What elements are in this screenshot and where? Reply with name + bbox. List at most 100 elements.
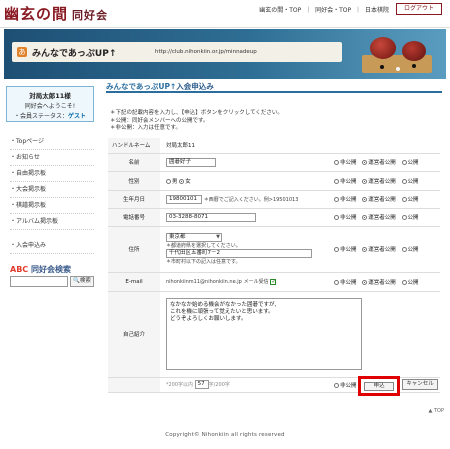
member-status: ・会員ステータス：ゲスト: [13, 113, 87, 120]
publicity-public[interactable]: 公開: [401, 247, 419, 253]
prefecture-hint: ＊都道府県を選択してください。: [166, 243, 241, 249]
link-yugen-top[interactable]: 幽玄の間・TOP: [259, 7, 301, 14]
publicity-public[interactable]: 公開: [401, 178, 419, 185]
sidebar: 対局太郎11様 同好会へようこそ! ・会員ステータス：ゲスト Topページ お知…: [4, 82, 96, 412]
publicity-public[interactable]: 公開: [401, 279, 419, 286]
publicity-private-label: 非公開: [340, 382, 357, 389]
birthday-input[interactable]: 19800101: [166, 194, 202, 204]
member-status-value: ゲスト: [68, 113, 87, 120]
phone-label: 電話番号: [108, 208, 160, 227]
radio-selected-icon: [362, 178, 368, 184]
phone-cell: 03-3288-8071: [160, 208, 330, 227]
publicity-private-label: 非公開: [340, 215, 357, 221]
publicity-public-label: 公開: [407, 279, 419, 286]
char-limit-prefix: *200字以内: [166, 382, 195, 388]
radio-icon: [401, 178, 407, 184]
prefecture-select[interactable]: 東京都 ▼: [166, 233, 222, 242]
email-receive-checkbox[interactable]: [270, 278, 276, 285]
club-search-button-label: 検索: [79, 278, 91, 284]
club-banner: あ みんなであっぷUP↑ http://club.nihonkiin.or.jp…: [4, 29, 446, 79]
radio-icon: [401, 215, 407, 220]
intro-textarea[interactable]: なかなか始める機会がなかった囲碁ですが、 これを機に頑張って覚えたいと思います。…: [166, 298, 362, 370]
abc-logo-icon: ABC: [10, 265, 29, 274]
page-heading: みんなであっぷUP↑入会申込み: [106, 81, 442, 93]
publicity-public[interactable]: 公開: [401, 215, 419, 221]
publicity-private[interactable]: 非公開: [334, 382, 357, 389]
club-search-input[interactable]: [10, 276, 68, 287]
name-label: 名前: [108, 153, 160, 172]
go-board-image: [352, 35, 440, 75]
link-separator: ｜: [355, 7, 362, 14]
publicity-admin-label: 運営者公開: [368, 178, 396, 185]
radio-icon: [334, 247, 339, 252]
form-row-phone: 電話番号 03-3288-8071 非公開 運営者公開 公開: [108, 208, 440, 227]
phone-input[interactable]: 03-3288-8071: [166, 212, 256, 222]
publicity-public[interactable]: 公開: [401, 197, 419, 203]
publicity-admin[interactable]: 運営者公開: [362, 247, 396, 253]
publicity-admin[interactable]: 運営者公開: [362, 279, 396, 286]
publicity-private[interactable]: 非公開: [334, 247, 357, 253]
note-line: ＊下記の記載内容を入力し、【申込】ボタンをクリックしてください。: [110, 110, 283, 116]
top-links: 幽玄の間・TOP ｜ 同好会・TOP ｜ 日本棋院: [258, 5, 390, 14]
sidebar-item-top[interactable]: Topページ: [10, 134, 94, 150]
club-url: http://club.nihonkiin.or.jp/minnadeup: [155, 49, 257, 55]
publicity-private[interactable]: 非公開: [334, 197, 357, 203]
email-publicity: 非公開 運営者公開 公開: [330, 272, 440, 292]
publicity-private-label: 非公開: [340, 247, 357, 253]
gender-male-option[interactable]: 男: [166, 178, 178, 185]
link-nihonkiin[interactable]: 日本棋院: [365, 7, 389, 14]
handle-label: ハンドルネーム: [108, 138, 160, 154]
back-to-top-link[interactable]: ▲ TOP: [429, 408, 444, 414]
submit-button[interactable]: 申込: [364, 382, 394, 391]
publicity-public-label: 公開: [407, 178, 419, 185]
phone-publicity: 非公開 運営者公開 公開: [330, 208, 440, 227]
name-input[interactable]: 囲碁好子: [166, 157, 216, 167]
sidebar-item-album-board[interactable]: アルバム掲示板: [10, 214, 94, 230]
note-line: ＊非公開：入力は任意です。: [110, 125, 181, 131]
publicity-admin[interactable]: 運営者公開: [362, 215, 396, 221]
logout-button[interactable]: ログアウト: [396, 3, 442, 15]
form-row-name: 名前 囲碁好子 非公開 運営者公開 公開: [108, 153, 440, 172]
publicity-admin-label: 運営者公開: [368, 160, 396, 166]
radio-icon: [334, 215, 339, 220]
sidebar-item-tournament-board[interactable]: 大会掲示板: [10, 182, 94, 198]
go-bowl-icon: [402, 41, 426, 61]
email-value: nihonkiinm11@nihonkiin.ne.jp: [166, 279, 242, 285]
link-club-top[interactable]: 同好会・TOP: [315, 7, 351, 14]
publicity-public[interactable]: 公開: [401, 160, 419, 166]
radio-selected-icon: [179, 178, 185, 184]
gender-female-option[interactable]: 女: [179, 178, 191, 185]
site-logo[interactable]: 幽玄の間 同好会: [4, 3, 108, 24]
gender-female-label: 女: [185, 178, 191, 185]
gender-cell: 男 女: [160, 171, 330, 191]
radio-selected-icon: [362, 197, 368, 202]
publicity-private[interactable]: 非公開: [334, 178, 357, 185]
sidebar-item-news[interactable]: お知らせ: [10, 150, 94, 166]
club-title[interactable]: みんなであっぷUP↑: [32, 46, 116, 59]
publicity-admin[interactable]: 運営者公開: [362, 197, 396, 203]
sidebar-item-kifu-board[interactable]: 棋譜掲示板: [10, 198, 94, 214]
publicity-private[interactable]: 非公開: [334, 279, 357, 286]
radio-icon: [334, 279, 339, 285]
form-row-intro: 自己紹介 なかなか始める機会がなかった囲碁ですが、 これを機に頑張って覚えたいと…: [108, 291, 440, 378]
prefecture-row: 東京都 ▼: [166, 233, 328, 242]
form-row-gender: 性別 男 女 非公開 運営者公開 公開: [108, 171, 440, 191]
publicity-private[interactable]: 非公開: [334, 215, 357, 221]
publicity-private[interactable]: 非公開: [334, 160, 357, 166]
intro-cell: なかなか始める機会がなかった囲碁ですが、 これを機に頑張って覚えたいと思います。…: [160, 291, 440, 378]
publicity-admin[interactable]: 運営者公開: [362, 160, 396, 166]
heading-group-name: みんなであっぷUP↑: [106, 82, 177, 91]
gender-publicity: 非公開 運営者公開 公開: [330, 171, 440, 191]
club-search-button[interactable]: 🔍検索: [70, 276, 94, 287]
cancel-button[interactable]: キャンセル: [402, 379, 438, 390]
publicity-public-label: 公開: [407, 247, 419, 253]
address-cell: 東京都 ▼ ＊都道府県を選択してください。 千代田区五番町7－2 ＊市町村以下の記…: [160, 226, 330, 273]
sidebar-item-free-board[interactable]: 自由掲示板: [10, 166, 94, 182]
char-limit-suffix: 字/200字: [208, 382, 230, 388]
radio-icon: [166, 178, 171, 184]
radio-icon: [401, 279, 407, 285]
address-input[interactable]: 千代田区五番町7－2: [166, 249, 312, 258]
link-separator: ｜: [305, 7, 312, 14]
sidebar-item-join[interactable]: 入会申込み: [10, 238, 94, 254]
publicity-admin[interactable]: 運営者公開: [362, 178, 396, 185]
